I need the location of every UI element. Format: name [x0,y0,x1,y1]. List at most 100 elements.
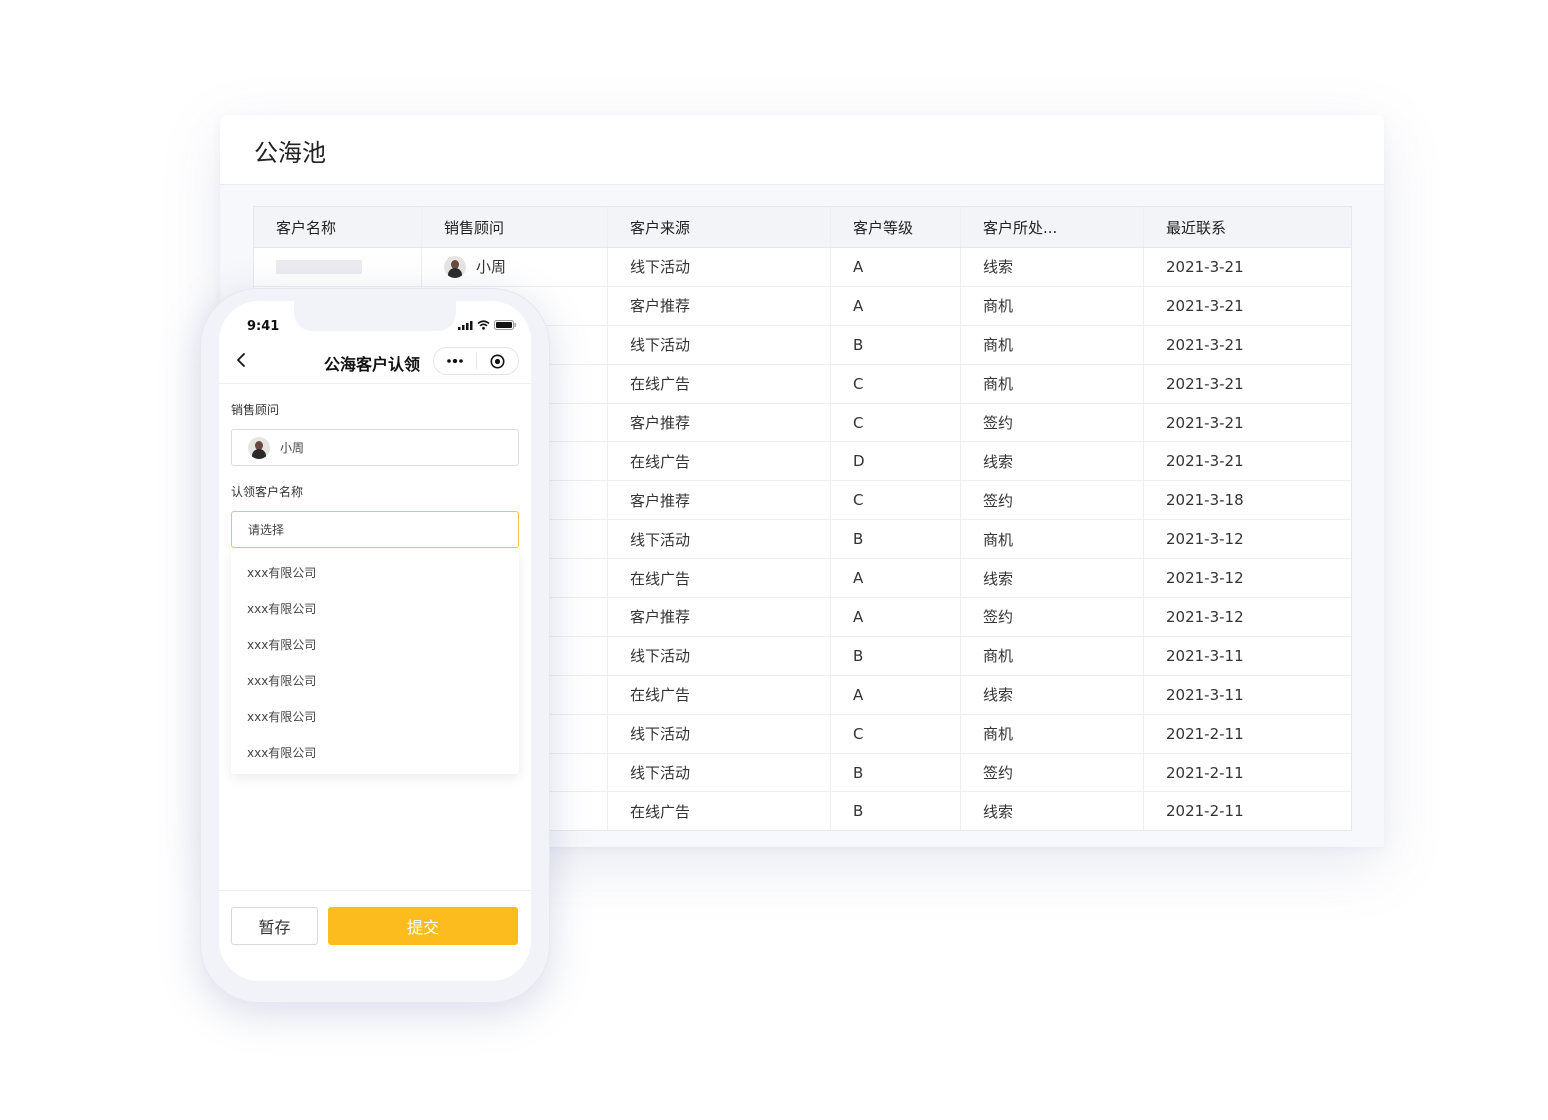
phone-mockup: 9:41 公海客户认领 销售顾问 小周 认领客户名称 请选择 xxx有限公司 x… [200,288,550,1003]
source-cell: 在线广告 [608,364,831,403]
date-cell: 2021-3-21 [1166,374,1244,393]
advisor-value: 小周 [280,441,305,455]
level-cell: B [831,792,961,831]
stage-cell: 线索 [961,442,1144,481]
page-title: 公海池 [254,139,326,167]
signal-icon [458,320,473,330]
source-cell: 线下活动 [608,714,831,753]
battery-icon [494,320,516,330]
source-cell: 客户推荐 [608,598,831,636]
level-cell: D [831,442,961,481]
nav-bar: 公海客户认领 [219,339,531,384]
level-cell: B [831,520,961,559]
close-miniprogram-button[interactable] [477,348,519,374]
source-cell: 线下活动 [608,325,831,364]
column-header-source[interactable]: 客户来源 [608,207,831,247]
stage-cell: 商机 [961,325,1144,364]
stage-cell: 商机 [961,636,1144,675]
source-cell: 线下活动 [608,753,831,792]
status-icons [458,320,517,330]
claim-form: 销售顾问 小周 认领客户名称 请选择 xxx有限公司 xxx有限公司 xxx有限… [231,401,519,774]
level-cell: B [831,753,961,792]
stage-cell: 商机 [961,714,1144,753]
dropdown-option[interactable]: xxx有限公司 [231,554,519,590]
customer-name-cell [254,248,422,286]
source-cell: 客户推荐 [608,286,831,325]
stage-cell: 商机 [961,520,1144,559]
date-cell: 2021-2-11 [1166,802,1244,821]
avatar-icon [248,436,270,459]
dropdown-option[interactable]: xxx有限公司 [231,626,519,662]
column-header-stage[interactable]: 客户所处... [961,207,1144,247]
source-cell: 线下活动 [608,248,831,286]
date-cell: 2021-3-21 [1166,257,1244,276]
level-cell: A [831,675,961,714]
level-cell: B [831,636,961,675]
panel-header: 公海池 [220,115,1384,185]
level-cell: C [831,364,961,403]
more-button[interactable] [434,348,476,374]
phone-screen: 9:41 公海客户认领 销售顾问 小周 认领客户名称 请选择 xxx有限公司 x… [219,301,531,981]
column-header-customer-name[interactable]: 客户名称 [254,207,422,247]
level-cell: A [831,559,961,598]
customer-name-label: 认领客户名称 [231,485,304,499]
source-cell: 线下活动 [608,520,831,559]
phone-notch [294,301,456,331]
level-cell: C [831,481,961,520]
action-footer: 暂存 提交 [219,890,531,981]
stage-cell: 线索 [961,792,1144,831]
advisor-label: 销售顾问 [231,403,280,417]
stage-cell: 签约 [961,598,1144,636]
date-cell: 2021-3-21 [1166,452,1244,471]
mini-program-capsule [433,347,519,375]
date-cell: 2021-2-11 [1166,763,1244,782]
level-cell: A [831,598,961,636]
source-cell: 客户推荐 [608,403,831,442]
dropdown-option[interactable]: xxx有限公司 [231,590,519,626]
dropdown-option[interactable]: xxx有限公司 [231,734,519,770]
save-draft-button[interactable]: 暂存 [231,907,318,945]
stage-cell: 线索 [961,559,1144,598]
date-cell: 2021-3-18 [1166,491,1244,510]
date-cell: 2021-3-11 [1166,685,1244,704]
customer-select[interactable]: 请选择 [231,511,519,548]
source-cell: 在线广告 [608,442,831,481]
date-cell: 2021-3-21 [1166,296,1244,315]
date-cell: 2021-3-21 [1166,413,1244,432]
date-cell: 2021-3-21 [1166,335,1244,354]
stage-cell: 签约 [961,753,1144,792]
date-cell: 2021-3-12 [1166,607,1244,626]
avatar-icon [444,255,466,278]
level-cell: A [831,286,961,325]
source-cell: 在线广告 [608,675,831,714]
level-cell: B [831,325,961,364]
record-icon [490,354,505,368]
dropdown-option[interactable]: xxx有限公司 [231,662,519,698]
table-header: 客户名称 销售顾问 客户来源 客户等级 客户所处... 最近联系 [254,207,1351,248]
stage-cell: 商机 [961,364,1144,403]
level-cell: C [831,714,961,753]
advisor-name: 小周 [476,258,507,277]
level-cell: C [831,403,961,442]
stage-cell: 线索 [961,248,1144,286]
wifi-icon [477,320,490,330]
advisor-field[interactable]: 小周 [231,429,519,466]
more-icon [446,359,463,363]
stage-cell: 签约 [961,481,1144,520]
customer-dropdown: xxx有限公司 xxx有限公司 xxx有限公司 xxx有限公司 xxx有限公司 … [231,550,519,774]
date-cell: 2021-3-12 [1166,530,1244,549]
column-header-last-contact[interactable]: 最近联系 [1144,207,1351,247]
submit-button[interactable]: 提交 [328,907,518,945]
date-cell: 2021-3-12 [1166,569,1244,588]
stage-cell: 签约 [961,403,1144,442]
source-cell: 在线广告 [608,792,831,831]
date-cell: 2021-3-11 [1166,646,1244,665]
level-cell: A [831,248,961,286]
column-header-level[interactable]: 客户等级 [831,207,961,247]
column-header-sales-advisor[interactable]: 销售顾问 [422,207,608,247]
advisor-cell: 小周 [422,248,608,286]
dropdown-option[interactable]: xxx有限公司 [231,698,519,734]
stage-cell: 商机 [961,286,1144,325]
table-row[interactable]: 小周 线下活动 A 线索 2021-3-21 [254,248,1351,287]
source-cell: 线下活动 [608,636,831,675]
